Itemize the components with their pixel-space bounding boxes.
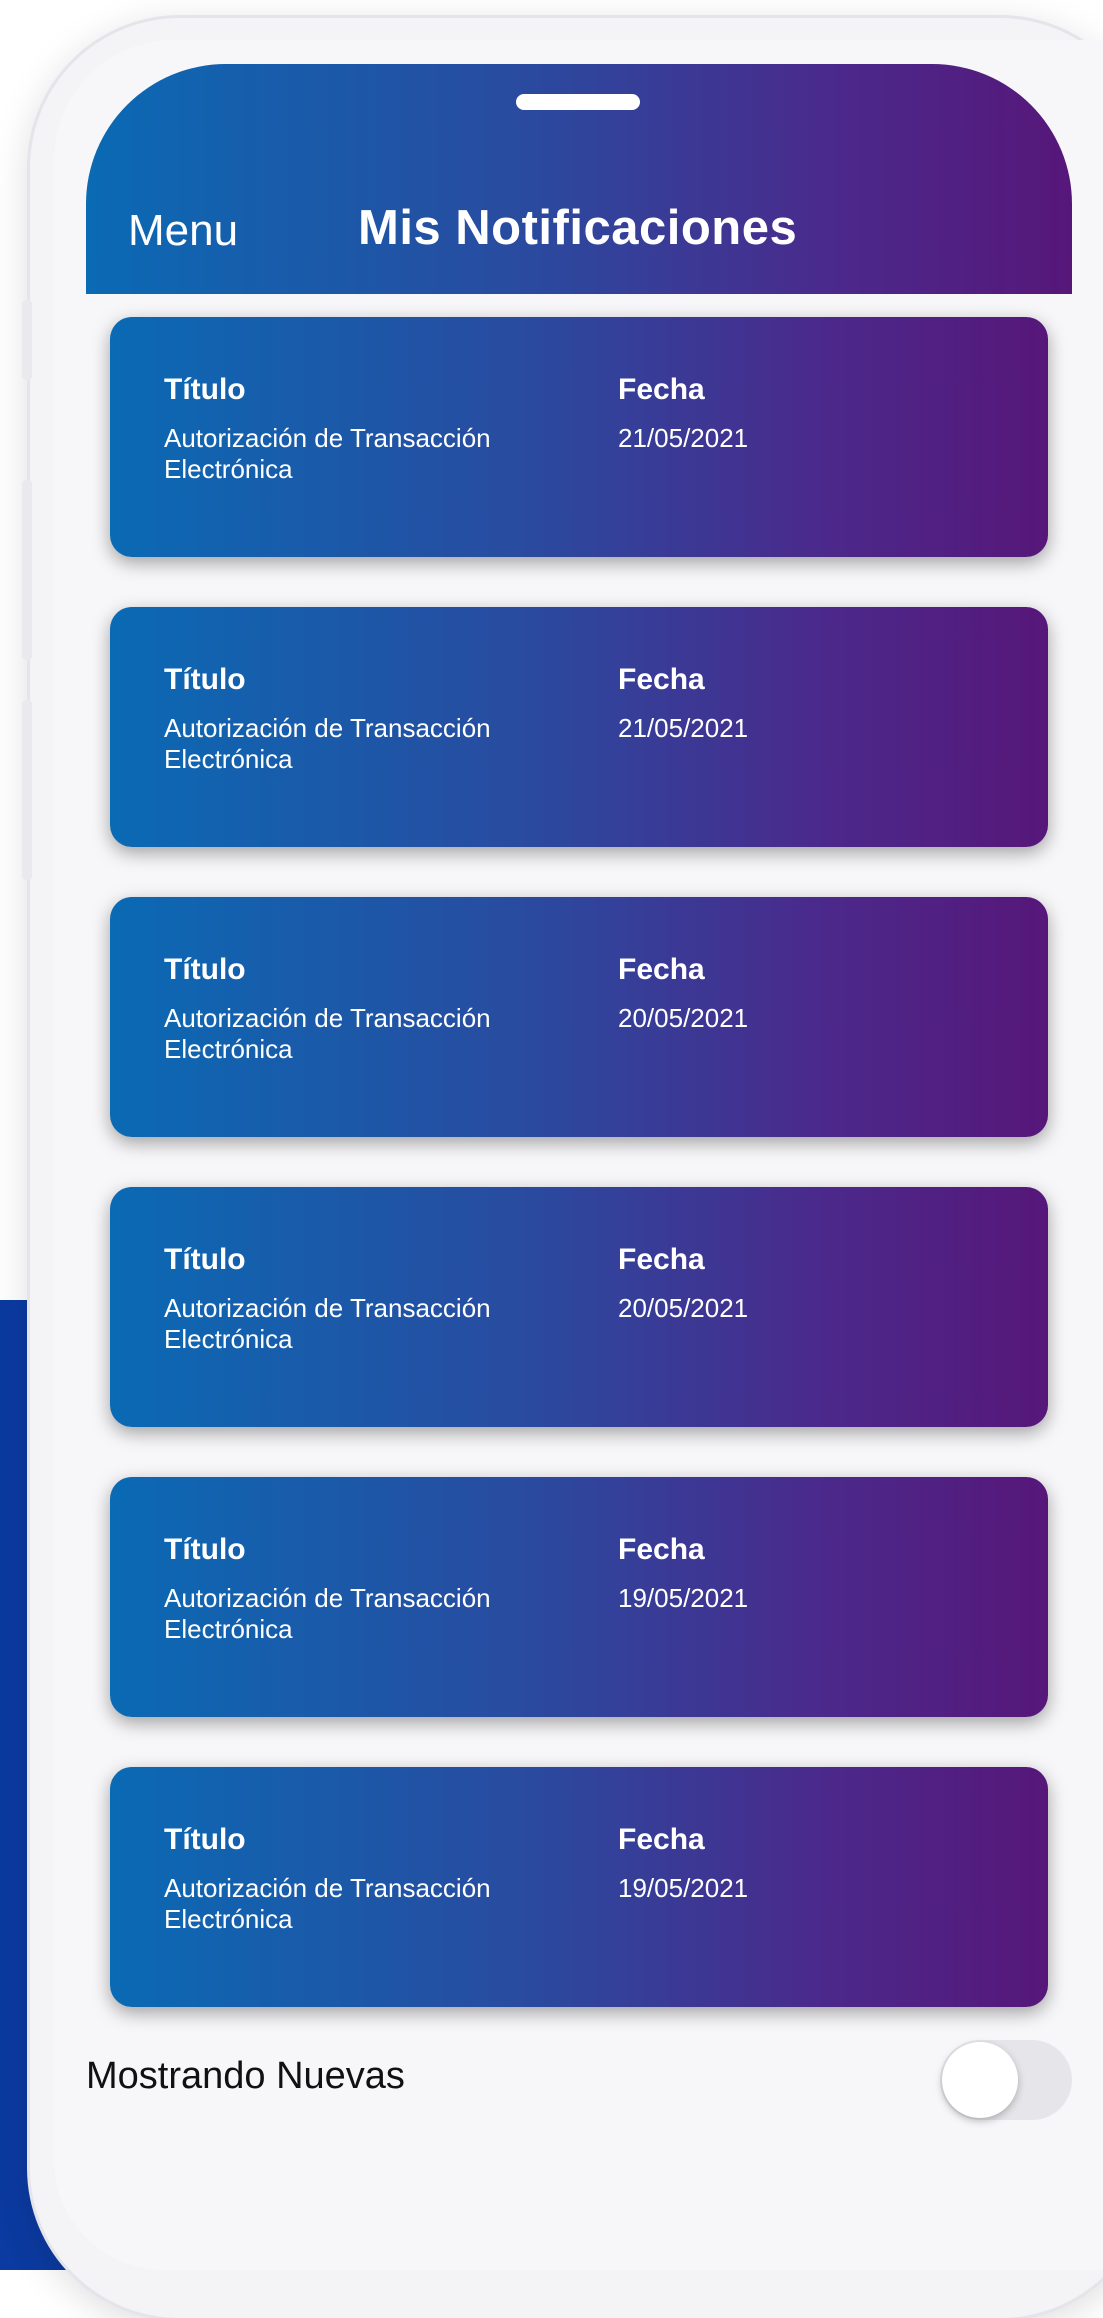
date-label: Fecha: [618, 1533, 705, 1566]
phone-volume-up: [22, 480, 32, 660]
toggle-knob[interactable]: [942, 2042, 1018, 2118]
phone-mute-switch: [22, 300, 32, 380]
title-label: Título: [164, 1533, 246, 1566]
notification-date: 19/05/2021: [618, 1873, 749, 1903]
notification-title: Autorización de Transacción Electrónica: [164, 713, 491, 774]
title-label: Título: [164, 1823, 246, 1856]
notification-card[interactable]: Título Autorización de Transacción Electr…: [110, 1187, 1048, 1427]
notification-title: Autorización de Transacción Electrónica: [164, 423, 491, 484]
notification-title: Autorización de Transacción Electrónica: [164, 1873, 491, 1934]
date-label: Fecha: [618, 373, 705, 406]
title-label: Título: [164, 1243, 246, 1276]
notification-card[interactable]: Título Autorización de Transacción Electr…: [110, 607, 1048, 847]
notification-title: Autorización de Transacción Electrónica: [164, 1293, 491, 1354]
notification-title: Autorización de Transacción Electrónica: [164, 1003, 491, 1064]
notification-date: 21/05/2021: [618, 423, 749, 453]
menu-button[interactable]: Menu: [128, 206, 238, 256]
phone-volume-down: [22, 700, 32, 880]
notification-title: Autorización de Transacción Electrónica: [164, 1583, 491, 1644]
date-label: Fecha: [618, 1823, 705, 1856]
notification-date: 20/05/2021: [618, 1003, 749, 1033]
title-label: Título: [164, 373, 246, 406]
notification-card[interactable]: Título Autorización de Transacción Electr…: [110, 1767, 1048, 2007]
notification-date: 19/05/2021: [618, 1583, 749, 1613]
date-label: Fecha: [618, 1243, 705, 1276]
notification-card[interactable]: Título Autorización de Transacción Electr…: [110, 1477, 1048, 1717]
title-label: Título: [164, 953, 246, 986]
filter-label: Mostrando Nuevas: [86, 2055, 405, 2097]
notification-card[interactable]: Título Autorización de Transacción Electr…: [110, 897, 1048, 1137]
date-label: Fecha: [618, 953, 705, 986]
notification-date: 21/05/2021: [618, 713, 749, 743]
page-title: Mis Notificaciones: [358, 201, 798, 255]
title-label: Título: [164, 663, 246, 696]
date-label: Fecha: [618, 663, 705, 696]
notification-card[interactable]: Título Autorización de Transacción Electr…: [110, 317, 1048, 557]
drag-handle[interactable]: [516, 94, 640, 110]
show-new-toggle[interactable]: [940, 2040, 1072, 2120]
notification-date: 20/05/2021: [618, 1293, 749, 1323]
